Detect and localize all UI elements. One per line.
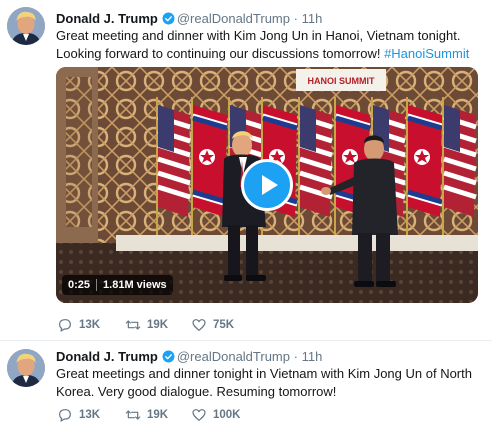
like-count: 100K — [213, 409, 241, 421]
reply-icon — [59, 409, 71, 422]
reply-count: 13K — [79, 409, 101, 421]
retweet-button[interactable]: 19K — [125, 317, 168, 333]
like-icon — [192, 319, 206, 331]
tweet-body: Great meetings and dinner tonight in Vie… — [56, 366, 472, 399]
retweet-button[interactable]: 19K — [125, 407, 168, 423]
profile-avatar[interactable] — [7, 7, 45, 45]
profile-avatar[interactable] — [7, 349, 45, 387]
like-count: 75K — [213, 319, 235, 331]
hashtag-link[interactable]: #HanoiSummit — [384, 46, 469, 61]
tweet-header: Donald J. Trump @realDonaldTrump · 11h — [56, 11, 322, 27]
verified-badge-icon — [162, 350, 175, 363]
reply-icon — [59, 319, 71, 332]
video-duration: 0:25 — [68, 279, 91, 291]
backdrop-sign: HANOI SUMMIT — [308, 76, 375, 86]
separator-dot: · — [293, 11, 298, 26]
author-handle[interactable]: @realDonaldTrump — [177, 349, 290, 364]
reply-button[interactable]: 13K — [57, 317, 100, 333]
like-icon — [192, 409, 206, 421]
retweet-count: 19K — [147, 319, 169, 331]
author-handle[interactable]: @realDonaldTrump — [177, 11, 290, 26]
author-name[interactable]: Donald J. Trump — [56, 349, 158, 364]
tweet-1[interactable]: Donald J. Trump @realDonaldTrump · 11h Gr… — [0, 0, 492, 341]
retweet-icon — [125, 320, 141, 330]
reply-count: 13K — [79, 319, 101, 331]
tweet-timestamp[interactable]: 11h — [302, 11, 323, 26]
video-player[interactable]: HANOI SUMMIT 0:25 1.81M views — [56, 67, 478, 303]
play-icon[interactable] — [241, 159, 293, 211]
retweet-count: 19K — [147, 409, 169, 421]
video-views: 1.81M views — [103, 279, 167, 291]
verified-badge-icon — [162, 12, 175, 25]
reply-button[interactable]: 13K — [57, 407, 100, 423]
video-info-badge: 0:25 1.81M views — [62, 275, 173, 295]
badge-divider — [96, 279, 98, 291]
like-button[interactable]: 75K — [191, 317, 234, 333]
tweet-2[interactable]: Donald J. Trump @realDonaldTrump · 11h Gr… — [0, 341, 492, 428]
tweet-text: Great meetings and dinner tonight in Vie… — [56, 365, 486, 401]
retweet-icon — [125, 410, 141, 420]
tweet-timestamp[interactable]: 11h — [302, 349, 323, 364]
tweet-header: Donald J. Trump @realDonaldTrump · 11h — [56, 349, 322, 365]
separator-dot: · — [293, 349, 298, 364]
author-name[interactable]: Donald J. Trump — [56, 11, 158, 26]
tweet-text: Great meeting and dinner with Kim Jong U… — [56, 27, 486, 63]
like-button[interactable]: 100K — [191, 407, 241, 423]
